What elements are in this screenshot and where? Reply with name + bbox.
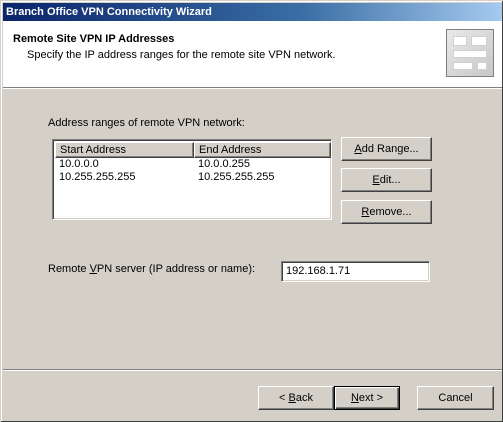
- cancel-button[interactable]: Cancel: [417, 386, 494, 410]
- page-subtitle: Specify the IP address ranges for the re…: [27, 49, 336, 61]
- next-button[interactable]: Next >: [334, 386, 400, 410]
- header-separator: [3, 87, 502, 89]
- title-bar[interactable]: Branch Office VPN Connectivity Wizard: [3, 3, 502, 21]
- wizard-window: Branch Office VPN Connectivity Wizard Re…: [0, 0, 503, 422]
- remove-button[interactable]: Remove...: [341, 200, 432, 224]
- ranges-label: Address ranges of remote VPN network:: [48, 117, 245, 129]
- add-range-button[interactable]: Add Range...: [341, 137, 432, 161]
- wizard-graphic-icon: [446, 29, 494, 77]
- cell-end-address: 10.0.0.255: [198, 158, 250, 170]
- table-row[interactable]: 10.255.255.255 10.255.255.255: [55, 171, 331, 184]
- address-ranges-list[interactable]: Start Address End Address 10.0.0.0 10.0.…: [52, 139, 332, 220]
- back-button[interactable]: < Back: [258, 386, 334, 410]
- remote-server-label: Remote VPN server (IP address or name):: [48, 263, 256, 275]
- cell-start-address: 10.255.255.255: [59, 171, 136, 183]
- cell-start-address: 10.0.0.0: [59, 158, 99, 170]
- table-row[interactable]: 10.0.0.0 10.0.0.255: [55, 158, 331, 171]
- footer-separator: [3, 369, 502, 371]
- edit-button[interactable]: Edit...: [341, 168, 432, 192]
- window-title: Branch Office VPN Connectivity Wizard: [6, 6, 212, 18]
- wizard-header: Remote Site VPN IP Addresses Specify the…: [3, 21, 502, 87]
- column-header-start[interactable]: Start Address: [55, 142, 194, 158]
- page-title: Remote Site VPN IP Addresses: [13, 33, 175, 45]
- cell-end-address: 10.255.255.255: [198, 171, 275, 183]
- column-header-end[interactable]: End Address: [194, 142, 331, 158]
- remote-server-input[interactable]: 192.168.1.71: [281, 261, 430, 282]
- list-header: Start Address End Address: [55, 142, 331, 158]
